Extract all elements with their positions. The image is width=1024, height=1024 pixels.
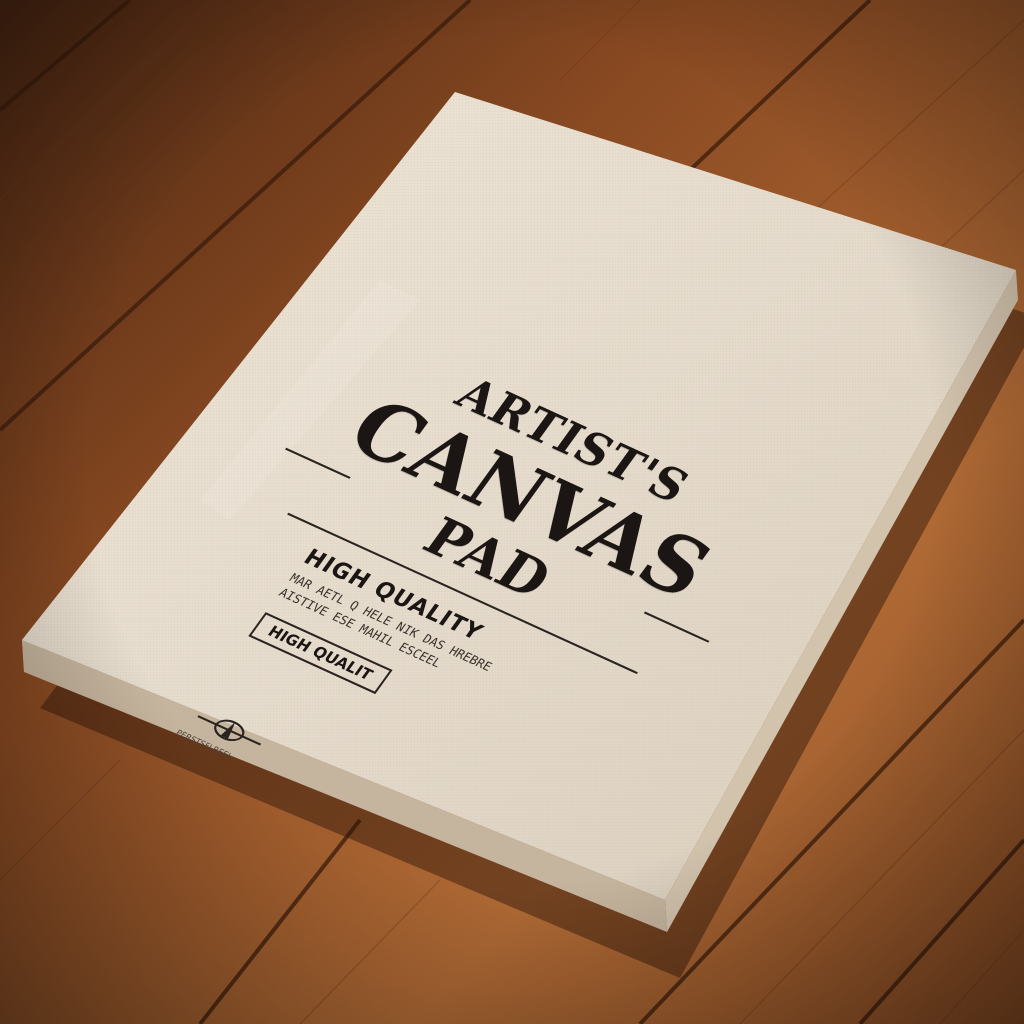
photo-scene: ARTIST'S CANVAS PAD HIGH QUALITY MAR AET… <box>0 0 1024 1024</box>
